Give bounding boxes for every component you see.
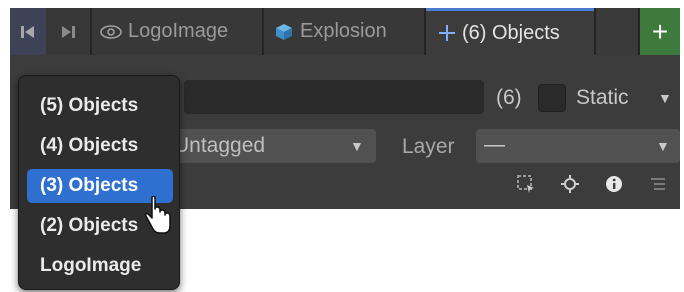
menu-item[interactable]: (4) Objects — [27, 129, 173, 163]
object-count-label: (6) — [496, 86, 522, 109]
static-checkbox[interactable] — [538, 84, 566, 112]
pivot-icon[interactable] — [558, 172, 582, 196]
tab-objects[interactable]: (6) Objects — [426, 8, 594, 55]
tab-bar: LogoImage Explosion (6) Objects + — [10, 8, 680, 55]
tag-dropdown[interactable]: Untagged — [170, 129, 376, 163]
move-cross-icon — [438, 24, 456, 42]
layer-label: Layer — [402, 135, 455, 158]
previous-tab-button[interactable] — [10, 8, 46, 55]
skip-back-icon — [21, 25, 34, 38]
info-icon[interactable] — [602, 172, 626, 196]
object-name-field[interactable] — [184, 80, 484, 114]
tab-label: LogoImage — [128, 20, 229, 42]
tab-logoimage[interactable]: LogoImage — [92, 8, 262, 55]
chevron-down-icon: ▼ — [350, 138, 364, 154]
list-icon[interactable] — [646, 172, 670, 196]
layer-dropdown[interactable]: — — [476, 129, 680, 163]
object-history-menu: (5) Objects (4) Objects (3) Objects (2) … — [18, 75, 180, 290]
menu-item[interactable]: LogoImage — [27, 249, 173, 283]
next-tab-button[interactable] — [46, 8, 90, 55]
add-tab-button[interactable]: + — [640, 8, 680, 55]
eye-icon — [100, 24, 122, 40]
tab-label: Explosion — [300, 20, 387, 42]
chevron-down-icon: ▼ — [656, 138, 670, 154]
tab-spacer — [596, 8, 638, 55]
select-region-icon[interactable] — [514, 172, 538, 196]
hand-cursor-icon — [143, 195, 173, 236]
static-dropdown-arrow[interactable]: ▼ — [658, 84, 672, 112]
tab-label: (6) Objects — [462, 21, 560, 44]
plus-icon: + — [651, 15, 669, 47]
skip-forward-icon — [62, 25, 75, 38]
tab-explosion[interactable]: Explosion — [264, 8, 424, 55]
static-label: Static — [576, 86, 629, 109]
menu-item[interactable]: (5) Objects — [27, 89, 173, 123]
cube-icon — [274, 22, 294, 42]
